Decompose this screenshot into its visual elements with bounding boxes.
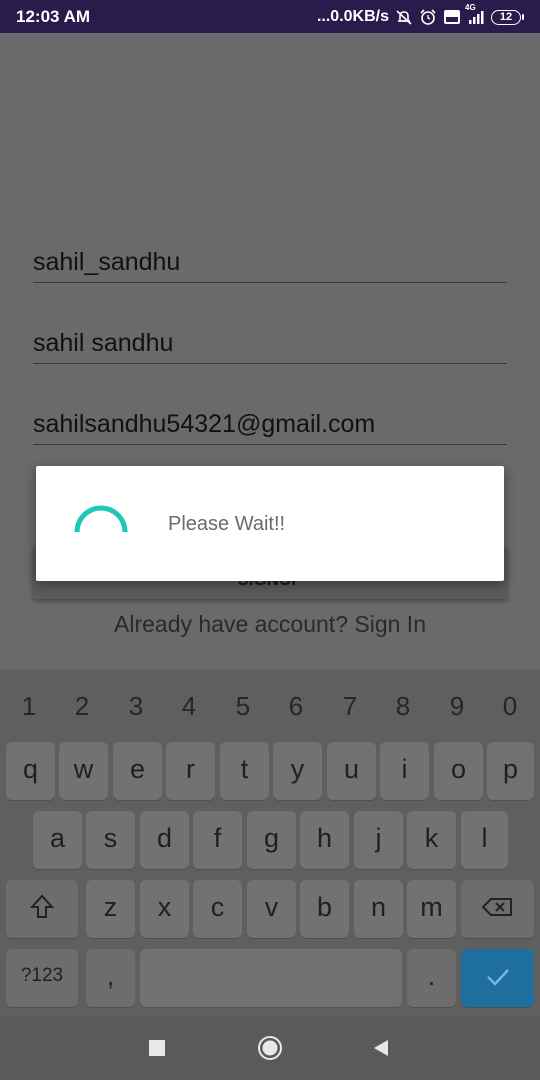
key-8[interactable]: 8 [383, 691, 423, 722]
signin-link[interactable]: Already have account? Sign In [0, 611, 540, 638]
email-field[interactable] [33, 401, 507, 445]
full-name-input[interactable] [33, 320, 507, 363]
key-r[interactable]: r [166, 742, 215, 800]
space-key[interactable] [140, 949, 402, 1007]
key-v[interactable]: v [247, 880, 296, 938]
network-type: 4G [465, 3, 476, 12]
key-p[interactable]: p [487, 742, 534, 800]
navigation-bar [0, 1016, 540, 1080]
enter-key[interactable] [461, 949, 534, 1007]
email-input[interactable] [33, 401, 507, 444]
recents-button[interactable] [142, 1034, 172, 1062]
key-5[interactable]: 5 [223, 691, 263, 722]
key-w[interactable]: w [59, 742, 108, 800]
shift-key[interactable] [6, 880, 78, 938]
symbols-key[interactable]: ?123 [6, 949, 78, 1007]
key-a[interactable]: a [33, 811, 82, 869]
comma-key[interactable]: , [86, 949, 135, 1007]
volte-icon [443, 9, 461, 25]
key-g[interactable]: g [247, 811, 296, 869]
key-3[interactable]: 3 [116, 691, 156, 722]
home-circle-icon [258, 1036, 282, 1060]
username-field[interactable] [33, 239, 507, 283]
username-input[interactable] [33, 239, 507, 282]
alarm-clock-icon [419, 9, 437, 25]
key-9[interactable]: 9 [437, 691, 477, 722]
key-k[interactable]: k [407, 811, 456, 869]
key-f[interactable]: f [193, 811, 242, 869]
battery-level: 12 [491, 9, 521, 25]
recents-square-icon [149, 1040, 165, 1056]
key-y[interactable]: y [273, 742, 322, 800]
status-bar: 12:03 AM ...0.0KB/s 4G 12 [0, 0, 540, 33]
key-j[interactable]: j [354, 811, 403, 869]
key-t[interactable]: t [220, 742, 269, 800]
status-time: 12:03 AM [16, 7, 91, 26]
key-4[interactable]: 4 [169, 691, 209, 722]
key-i[interactable]: i [380, 742, 429, 800]
key-0[interactable]: 0 [490, 691, 530, 722]
back-button[interactable] [366, 1034, 396, 1062]
key-c[interactable]: c [193, 880, 242, 938]
signal-strength-icon: 4G [465, 3, 485, 25]
loading-spinner-icon [74, 505, 128, 533]
key-h[interactable]: h [300, 811, 349, 869]
shift-icon [29, 894, 55, 918]
soft-keyboard: 1 2 3 4 5 6 7 8 9 0 q w e r t y u i o p … [0, 669, 540, 1016]
battery-icon: 12 [491, 9, 524, 25]
key-1[interactable]: 1 [9, 691, 49, 722]
number-row: 1 2 3 4 5 6 7 8 9 0 [0, 691, 540, 723]
mute-bell-icon [395, 9, 413, 25]
key-m[interactable]: m [407, 880, 456, 938]
key-x[interactable]: x [140, 880, 189, 938]
backspace-icon [481, 898, 512, 916]
key-e[interactable]: e [113, 742, 162, 800]
key-z[interactable]: z [86, 880, 135, 938]
key-n[interactable]: n [354, 880, 403, 938]
key-d[interactable]: d [140, 811, 189, 869]
home-button[interactable] [255, 1034, 285, 1062]
key-b[interactable]: b [300, 880, 349, 938]
key-7[interactable]: 7 [330, 691, 370, 722]
backspace-key[interactable] [461, 880, 534, 938]
dialog-message: Please Wait!! [168, 513, 286, 535]
key-l[interactable]: l [461, 811, 508, 869]
key-o[interactable]: o [434, 742, 483, 800]
key-s[interactable]: s [86, 811, 135, 869]
period-key[interactable]: . [407, 949, 456, 1007]
checkmark-icon [486, 969, 509, 986]
key-2[interactable]: 2 [62, 691, 102, 722]
back-triangle-icon [374, 1040, 388, 1056]
key-6[interactable]: 6 [276, 691, 316, 722]
network-speed: ...0.0KB/s [316, 8, 389, 25]
key-u[interactable]: u [327, 742, 376, 800]
status-icons: ...0.0KB/s 4G 12 [316, 3, 524, 28]
key-q[interactable]: q [6, 742, 55, 800]
full-name-field[interactable] [33, 320, 507, 364]
